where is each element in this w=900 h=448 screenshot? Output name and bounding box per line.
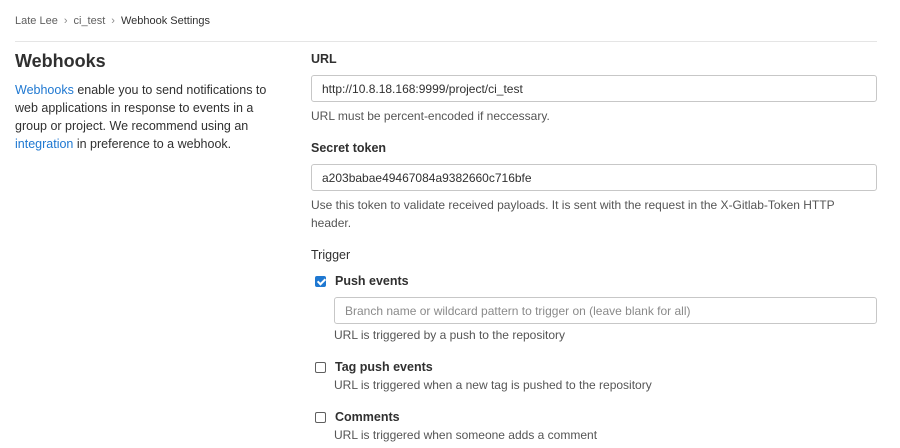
secret-token-label: Secret token — [311, 141, 387, 155]
url-input[interactable] — [311, 75, 877, 102]
breadcrumb-separator-icon: › — [111, 15, 115, 27]
trigger-label: Trigger — [311, 248, 351, 262]
url-label: URL — [311, 52, 337, 66]
push-events-help: URL is triggered by a push to the reposi… — [334, 328, 566, 342]
branch-filter-input[interactable] — [334, 297, 877, 324]
breadcrumb: Late Lee › ci_test › Webhook Settings — [15, 13, 210, 29]
page-title: Webhooks — [15, 51, 106, 71]
tag-push-events-help: URL is triggered when a new tag is pushe… — [334, 378, 652, 392]
tag-push-events-label[interactable]: Tag push events — [335, 358, 433, 376]
webhooks-docs-link[interactable]: Webhooks — [15, 83, 74, 97]
webhooks-description: Webhooks enable you to send notification… — [15, 81, 280, 153]
comments-option[interactable]: Comments — [315, 408, 400, 426]
url-help: URL must be percent-encoded if neccessar… — [311, 109, 550, 123]
push-events-option[interactable]: Push events — [315, 272, 409, 290]
tag-push-events-checkbox[interactable] — [315, 361, 326, 373]
comments-label[interactable]: Comments — [335, 408, 400, 426]
webhooks-sidebar: Webhooks Webhooks enable you to send not… — [15, 50, 280, 153]
header-divider — [15, 41, 877, 42]
breadcrumb-item-user[interactable]: Late Lee — [15, 15, 58, 27]
breadcrumb-separator-icon: › — [63, 15, 68, 27]
integration-link[interactable]: integration — [15, 137, 73, 151]
secret-token-help: Use this token to validate received payl… — [311, 198, 835, 230]
push-events-label[interactable]: Push events — [335, 272, 409, 290]
breadcrumb-item-project[interactable]: ci_test — [74, 15, 106, 27]
comments-checkbox[interactable] — [315, 411, 326, 423]
comments-help: URL is triggered when someone adds a com… — [334, 428, 598, 442]
secret-token-input[interactable] — [311, 164, 877, 191]
breadcrumb-current: Webhook Settings — [120, 15, 211, 27]
push-events-checkbox[interactable] — [315, 275, 326, 287]
description-text-2: in preference to a webhook. — [73, 137, 232, 151]
tag-push-events-option[interactable]: Tag push events — [315, 358, 433, 376]
